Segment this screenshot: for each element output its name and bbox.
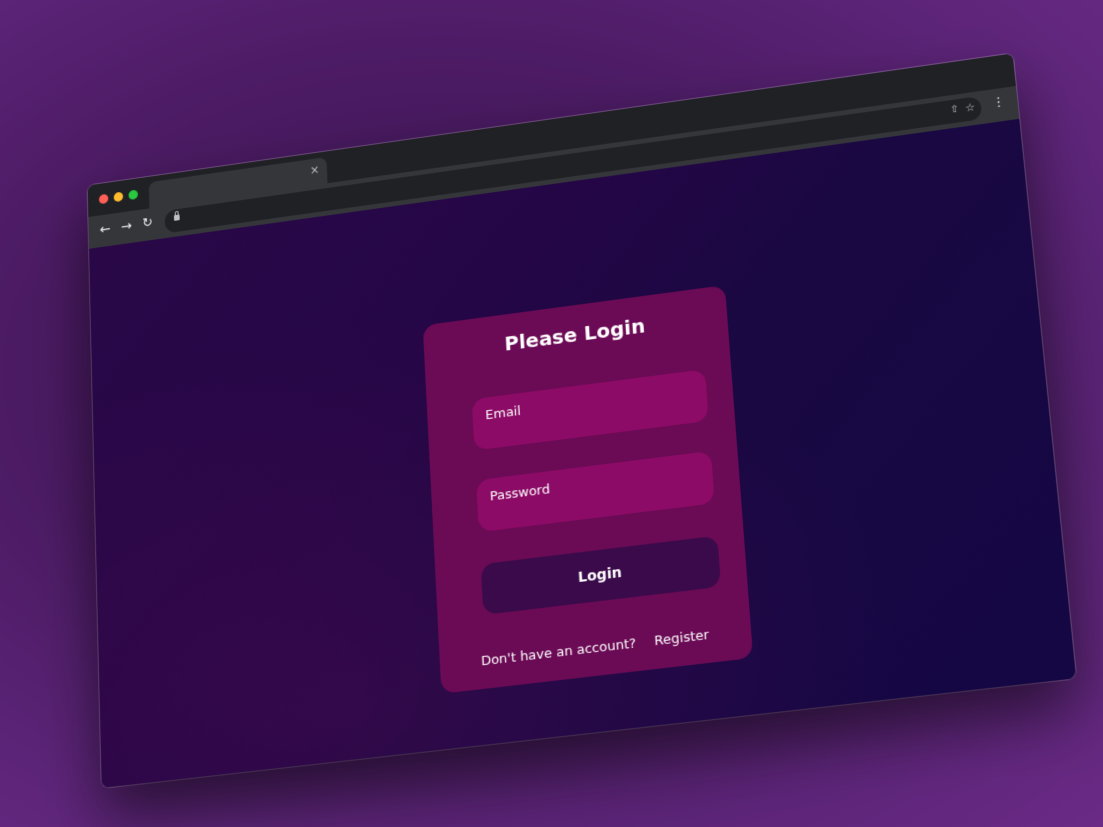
email-field[interactable]: Email (471, 369, 709, 451)
password-field[interactable]: Password (476, 450, 715, 533)
kebab-menu-icon[interactable]: ⋮ (991, 94, 1006, 110)
close-tab-icon[interactable]: × (310, 163, 320, 177)
minimize-window-button[interactable] (113, 191, 124, 203)
close-window-button[interactable] (98, 193, 109, 205)
desktop-background: × ← → ↻ ⇧ ☆ ⋮ Please Login Email Passwor… (0, 0, 1103, 827)
register-link[interactable]: Register (654, 628, 710, 650)
no-account-text: Don't have an account? (480, 636, 637, 670)
email-label: Email (484, 403, 522, 424)
star-icon[interactable]: ☆ (964, 101, 975, 115)
reload-icon[interactable]: ↻ (142, 215, 153, 230)
maximize-window-button[interactable] (128, 189, 138, 201)
share-icon[interactable]: ⇧ (950, 104, 959, 116)
arrow-left-icon[interactable]: ← (100, 221, 111, 237)
browser-window: × ← → ↻ ⇧ ☆ ⋮ Please Login Email Passwor… (87, 53, 1077, 788)
login-button[interactable]: Login (480, 535, 722, 615)
page-title: Please Login (503, 313, 646, 356)
login-card: Please Login Email Password Login Don't … (422, 285, 754, 694)
lock-icon (173, 214, 180, 221)
arrow-right-icon[interactable]: → (121, 218, 132, 234)
register-row: Don't have an account? Register (440, 623, 752, 675)
password-label: Password (489, 482, 551, 505)
